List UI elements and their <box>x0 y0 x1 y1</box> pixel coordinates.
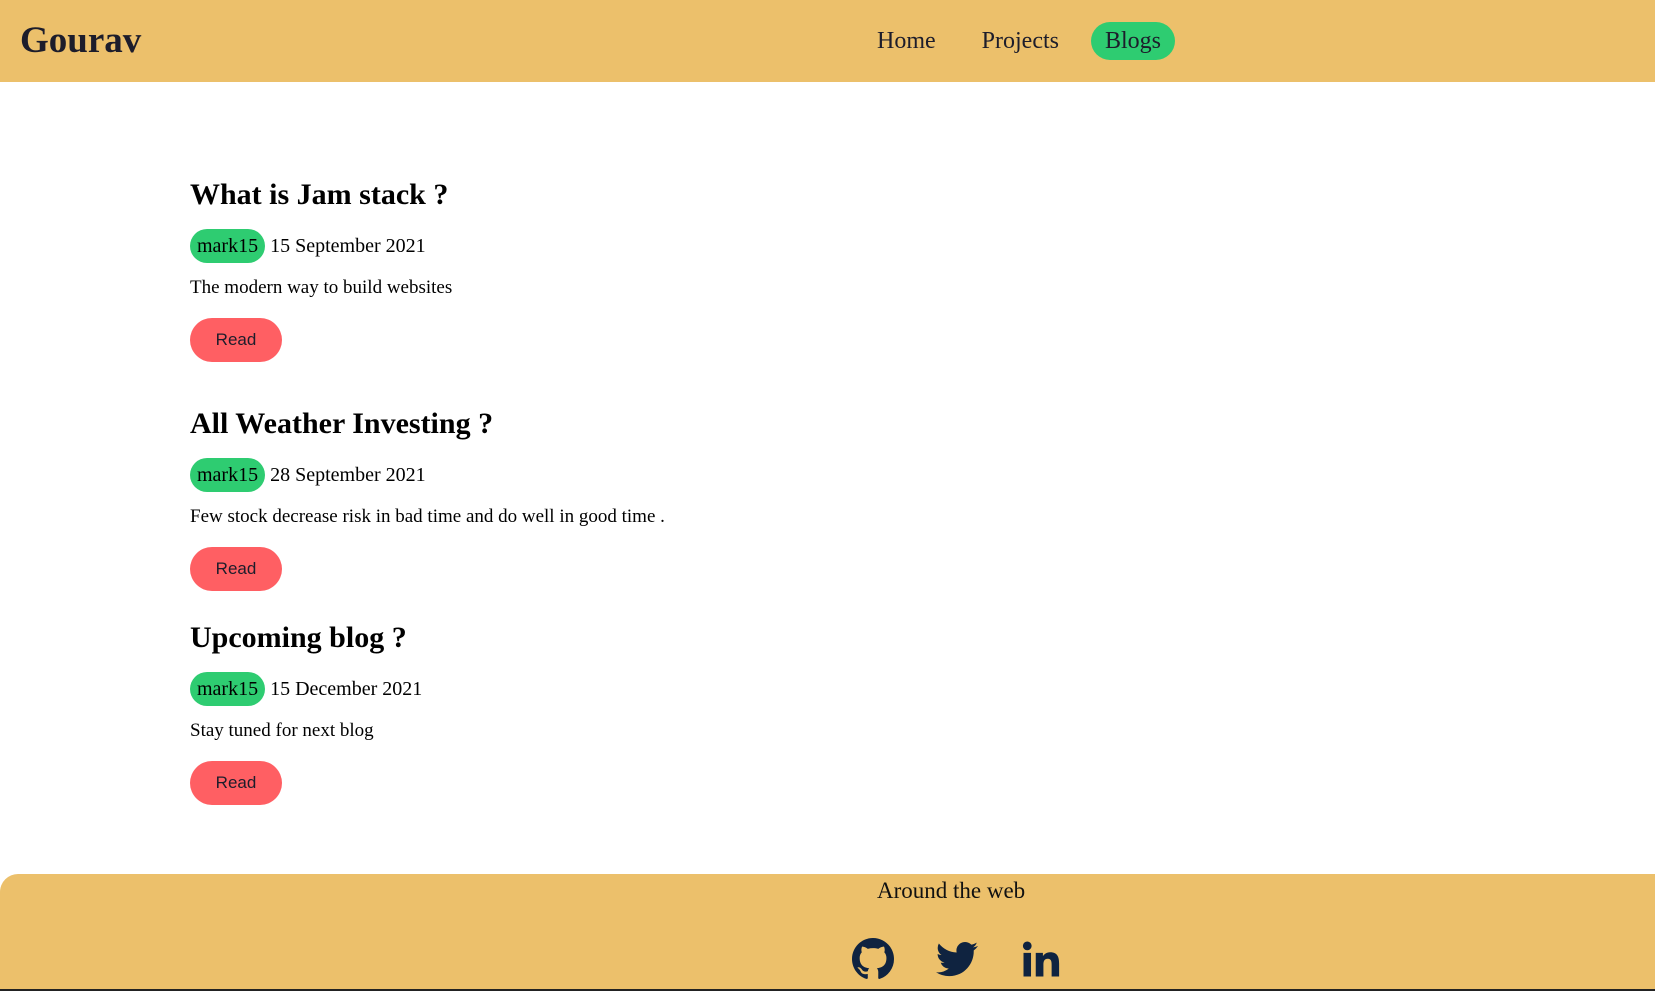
footer-title: Around the web <box>877 878 1026 903</box>
post-description: The modern way to build websites <box>190 277 453 298</box>
read-button[interactable]: Read <box>190 547 282 591</box>
read-button[interactable]: Read <box>190 761 282 805</box>
post-meta: mark15 15 December 2021 <box>190 672 422 706</box>
blog-post: Upcoming blog ? mark15 15 December 2021 … <box>190 620 990 805</box>
twitter-icon[interactable] <box>936 938 978 980</box>
brand-logo[interactable]: Gourav <box>20 18 141 64</box>
author-badge: mark15 <box>190 458 266 492</box>
nav-link-home[interactable]: Home <box>863 22 950 60</box>
footer: Around the web <box>0 874 1655 991</box>
blog-post: All Weather Investing ? mark15 28 Septem… <box>190 406 990 591</box>
post-description: Stay tuned for next blog <box>190 720 374 741</box>
nav-links: Home Projects Blogs <box>863 22 1193 60</box>
post-title: All Weather Investing ? <box>190 407 494 440</box>
post-description: Few stock decrease risk in bad time and … <box>190 506 665 527</box>
blog-post: What is Jam stack ? mark15 15 September … <box>190 177 990 362</box>
social-links <box>852 938 1062 980</box>
author-badge: mark15 <box>190 229 266 263</box>
navbar: Gourav Home Projects Blogs <box>0 0 1655 82</box>
post-date: 28 September 2021 <box>270 463 426 486</box>
github-icon[interactable] <box>852 938 894 980</box>
post-date: 15 December 2021 <box>270 677 423 700</box>
nav-link-projects[interactable]: Projects <box>968 22 1073 60</box>
author-badge: mark15 <box>190 672 266 706</box>
read-button[interactable]: Read <box>190 318 282 362</box>
post-title: What is Jam stack ? <box>190 178 449 211</box>
post-meta: mark15 28 September 2021 <box>190 458 426 492</box>
linkedin-icon[interactable] <box>1020 938 1062 980</box>
post-meta: mark15 15 September 2021 <box>190 229 426 263</box>
post-title: Upcoming blog ? <box>190 621 407 654</box>
nav-link-blogs[interactable]: Blogs <box>1090 22 1175 60</box>
post-date: 15 September 2021 <box>270 234 426 257</box>
